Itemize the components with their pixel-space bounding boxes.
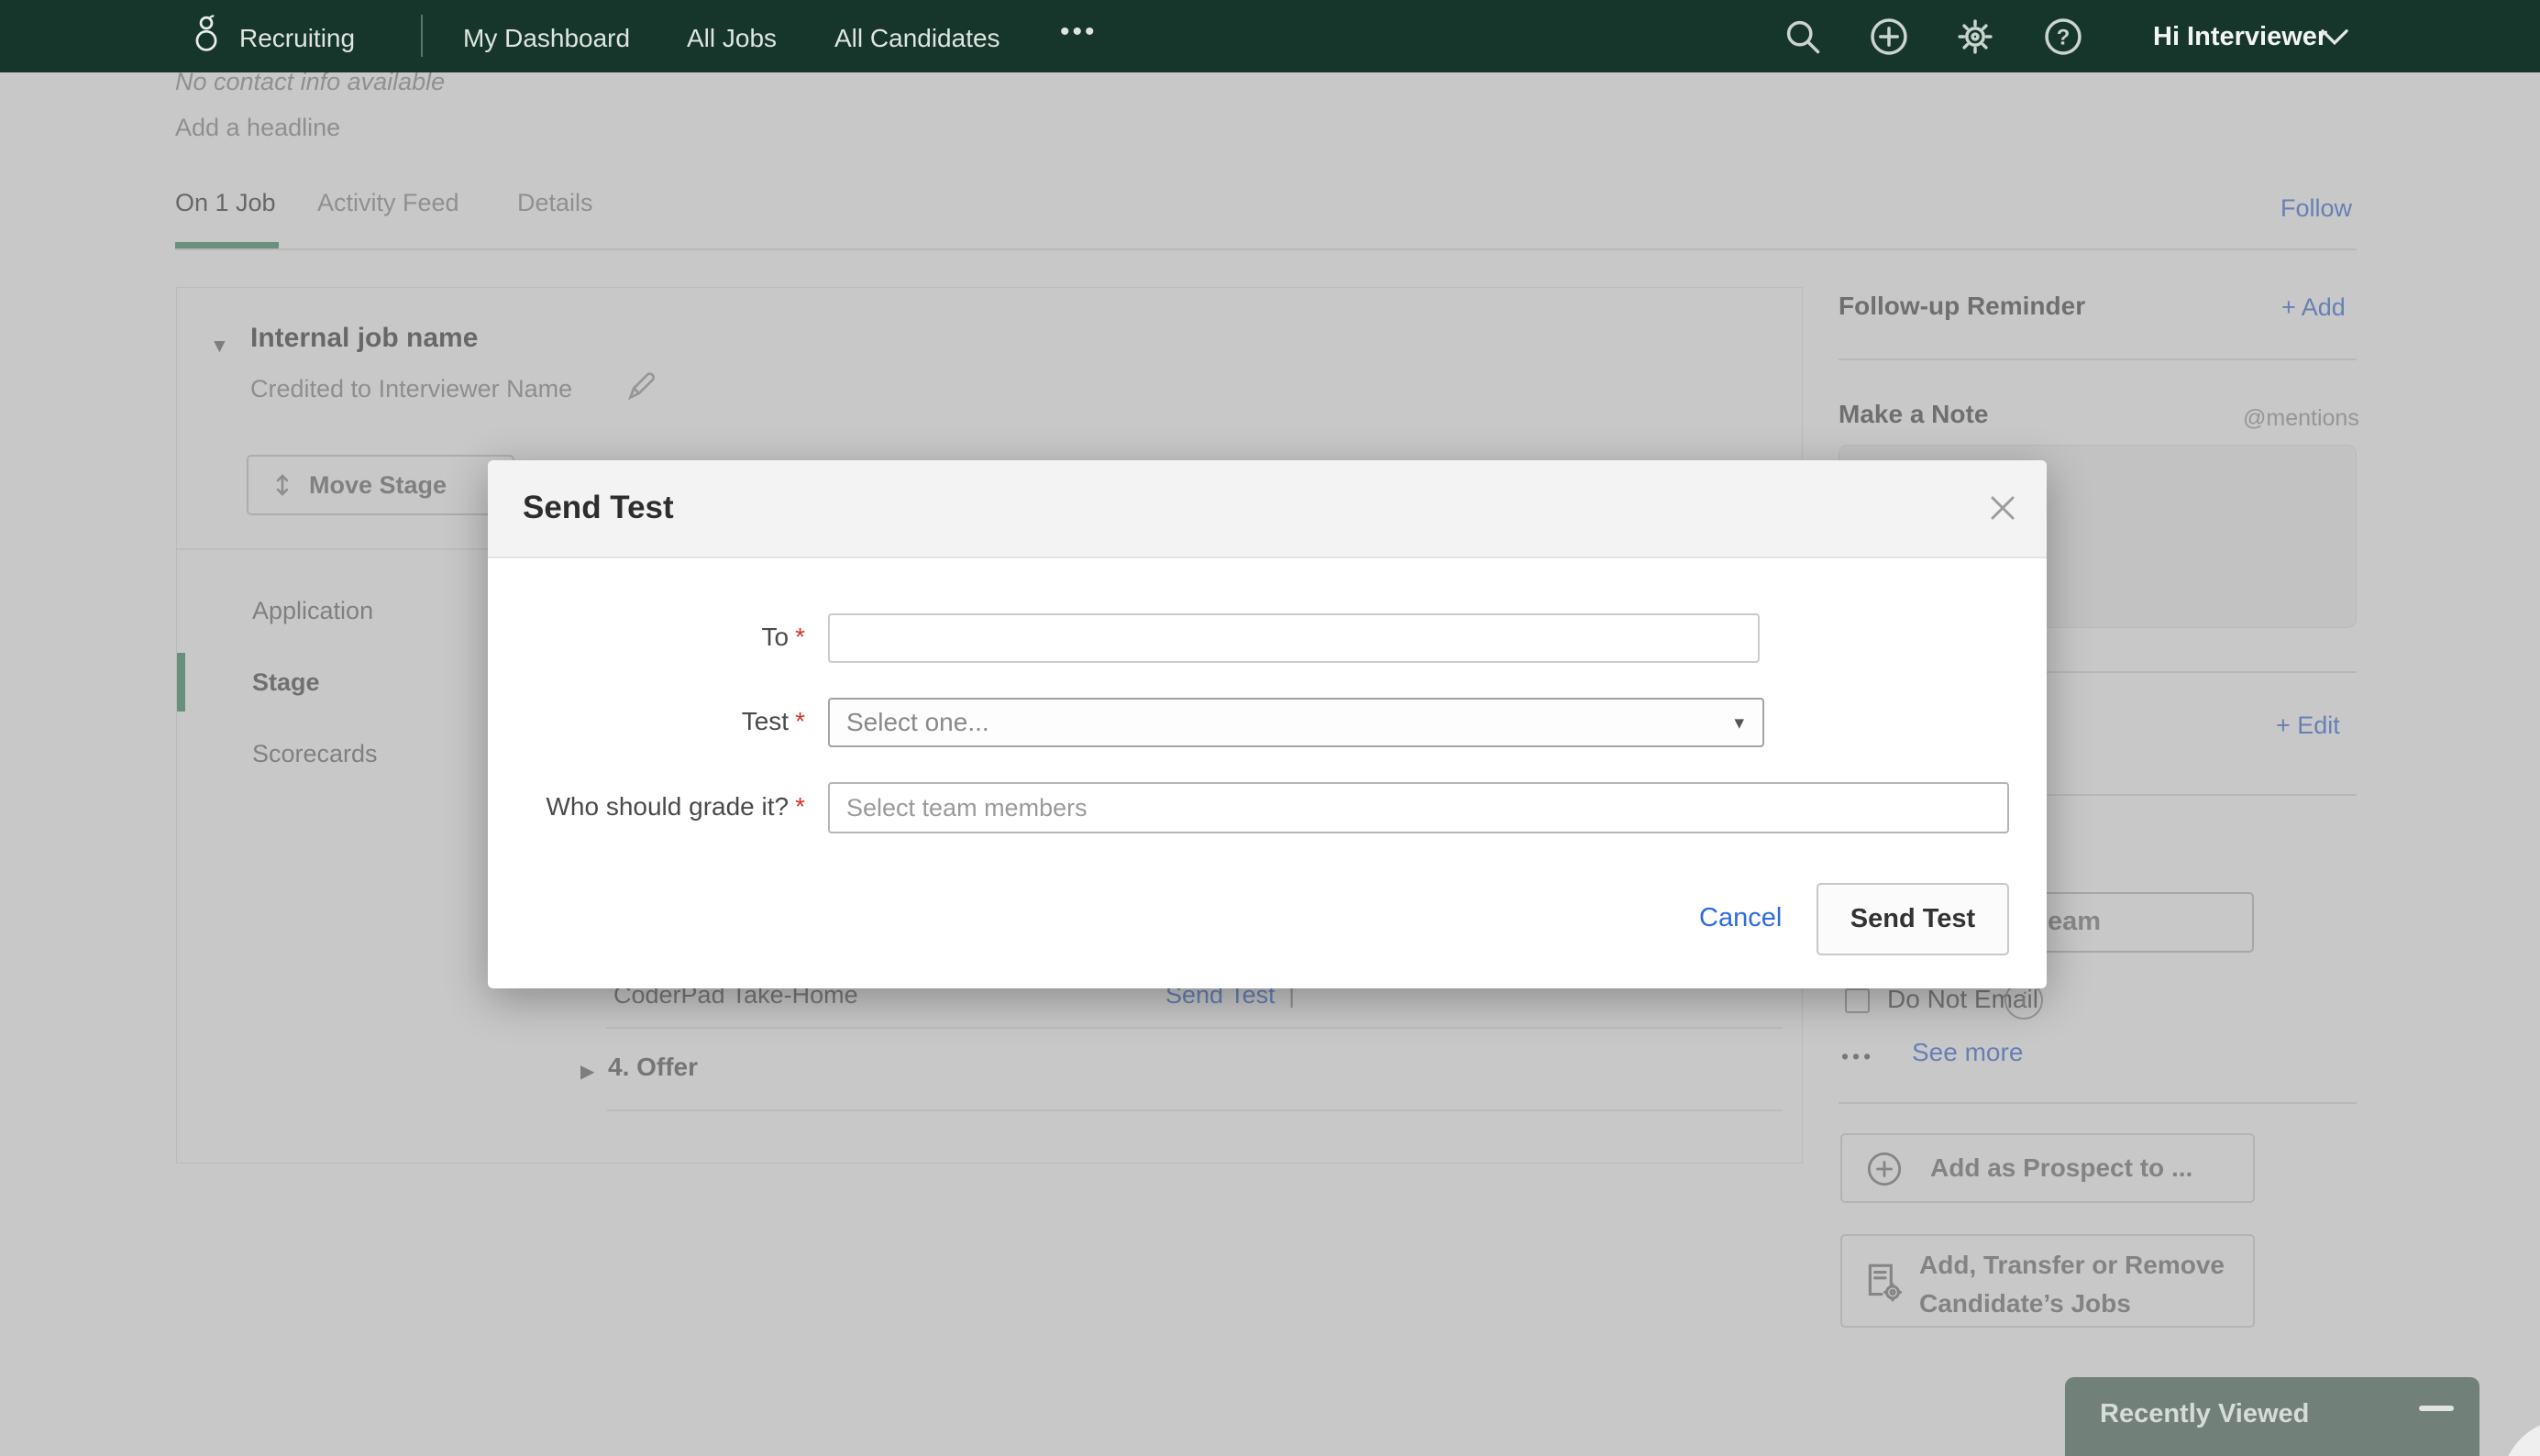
modal-header: Send Test xyxy=(488,460,2047,558)
dropdown-arrow-icon: ▾ xyxy=(1734,711,1744,734)
close-icon[interactable] xyxy=(1984,490,2021,526)
send-test-submit-button[interactable]: Send Test xyxy=(1817,883,2009,955)
to-input[interactable] xyxy=(828,613,1760,663)
help-icon[interactable]: ? xyxy=(2043,17,2083,57)
test-select[interactable]: Select one... ▾ xyxy=(828,698,1764,747)
recently-viewed-panel[interactable]: Recently Viewed xyxy=(2065,1377,2479,1456)
to-label: To* xyxy=(488,623,805,652)
screen: Recruiting My Dashboard All Jobs All Can… xyxy=(0,0,2540,1456)
svg-text:?: ? xyxy=(2057,25,2071,50)
nav-my-dashboard[interactable]: My Dashboard xyxy=(463,24,630,53)
cancel-button[interactable]: Cancel xyxy=(1699,903,1782,933)
grader-label: Who should grade it?* xyxy=(488,792,805,822)
send-test-modal: Send Test To* Test* Select one... ▾ Who … xyxy=(488,460,2047,988)
test-label: Test* xyxy=(488,707,805,736)
test-select-value: Select one... xyxy=(846,708,1734,737)
grader-input[interactable] xyxy=(828,782,2009,833)
nav-divider xyxy=(421,15,423,57)
search-icon[interactable] xyxy=(1783,17,1823,57)
required-asterisk: * xyxy=(795,792,805,821)
top-navbar: Recruiting My Dashboard All Jobs All Can… xyxy=(0,0,2540,72)
required-asterisk: * xyxy=(795,623,805,651)
minimize-icon[interactable] xyxy=(2419,1406,2454,1411)
user-menu[interactable]: Hi Interviewer xyxy=(2153,22,2327,52)
quick-add-icon[interactable] xyxy=(1869,17,1909,57)
chevron-down-icon[interactable] xyxy=(2320,28,2349,48)
nav-more-icon[interactable]: ••• xyxy=(1060,17,1098,48)
nav-all-candidates[interactable]: All Candidates xyxy=(834,24,1000,53)
nav-brand[interactable]: Recruiting xyxy=(239,24,355,53)
nav-all-jobs[interactable]: All Jobs xyxy=(687,24,777,53)
recently-viewed-title: Recently Viewed xyxy=(2100,1399,2309,1429)
modal-title: Send Test xyxy=(523,490,674,526)
greenhouse-logo-icon[interactable] xyxy=(186,14,226,54)
required-asterisk: * xyxy=(795,707,805,735)
gear-icon[interactable] xyxy=(1955,17,1995,57)
